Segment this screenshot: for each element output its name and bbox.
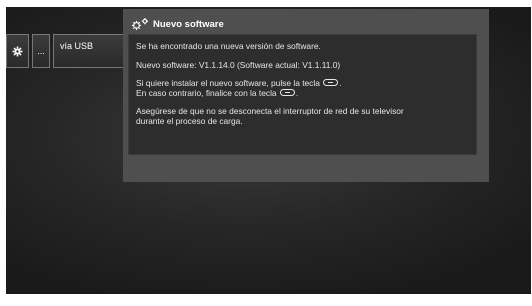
version-info: Nuevo software: V1.1.14.0 (Software actu… xyxy=(136,59,341,70)
ok-key-icon xyxy=(323,79,339,87)
exit-key-icon xyxy=(279,89,295,97)
dialog-title: Nuevo software xyxy=(153,18,224,30)
dialog-message: Se ha encontrado una nueva versión de so… xyxy=(128,34,477,155)
cancel-instruction-text: En caso contrario, finalice con la tecla xyxy=(136,87,277,98)
submenu-ellipsis-item[interactable]: ... xyxy=(32,34,50,68)
cancel-instruction-suffix: . xyxy=(295,87,299,98)
install-instruction-suffix: . xyxy=(339,78,342,89)
new-software-dialog: Nuevo software Se ha encontrado una nuev… xyxy=(123,9,489,182)
update-gears-icon xyxy=(131,18,149,30)
gear-icon xyxy=(12,46,23,56)
menu-item-via-usb-label: vía USB xyxy=(60,41,94,51)
install-instruction-text: Si quiere instalar el nuevo software, pu… xyxy=(136,78,320,89)
dialog-header: Nuevo software xyxy=(128,15,484,33)
menu-item-via-usb[interactable]: vía USB xyxy=(53,34,126,68)
warning-line-2: durante el proceso de carga. xyxy=(136,115,243,126)
cancel-instruction: En caso contrario, finalice con la tecla… xyxy=(136,87,476,99)
submenu-ellipsis-label: ... xyxy=(37,46,45,56)
tv-screen: ... vía USB Nuevo software Se ha encontr… xyxy=(6,7,531,294)
found-message: Se ha encontrado una nueva versión de so… xyxy=(136,41,321,51)
settings-menu-button[interactable] xyxy=(6,34,29,68)
